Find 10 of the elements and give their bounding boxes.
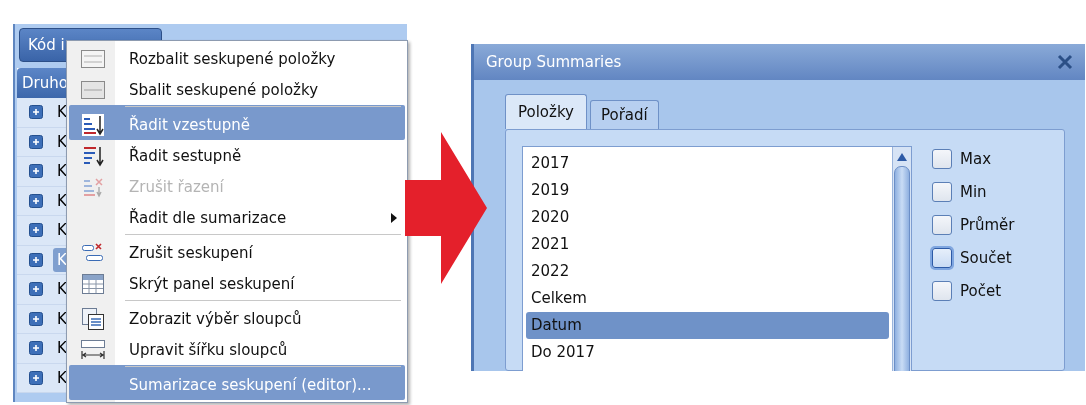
row-text: K xyxy=(56,367,68,389)
row-text: K xyxy=(56,279,68,301)
row-text: K xyxy=(56,220,68,242)
row-text: K xyxy=(56,190,68,212)
row-text: K xyxy=(56,308,68,330)
window-title: Group Summaries xyxy=(486,53,622,71)
row-text: K xyxy=(56,102,68,124)
row-text: K xyxy=(56,161,68,183)
row-text: K xyxy=(56,338,68,360)
row-text: K xyxy=(56,131,68,153)
